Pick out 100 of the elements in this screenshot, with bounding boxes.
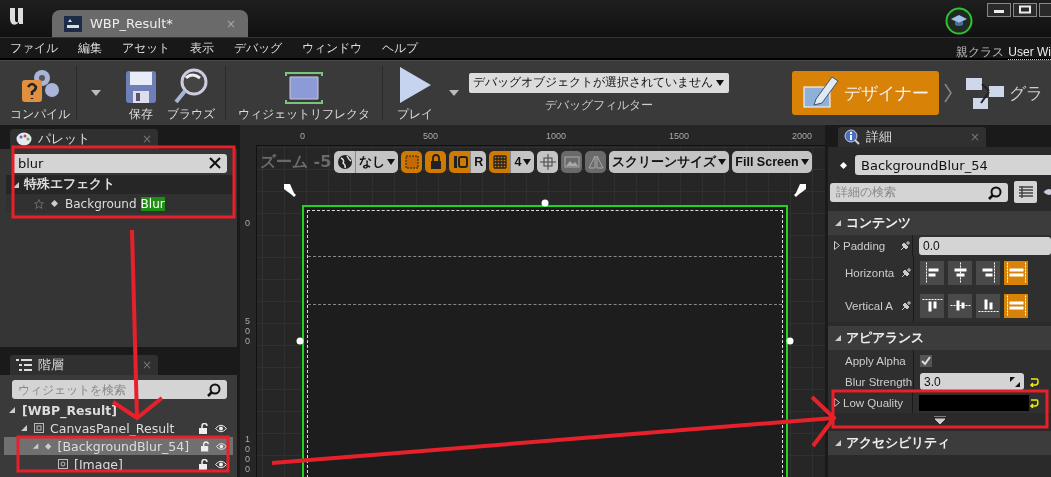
ruler-label: 2000 bbox=[792, 131, 813, 141]
tree-item[interactable]: CanvasPanel_Result bbox=[4, 419, 233, 437]
section-header[interactable]: アクセシビリティ bbox=[828, 431, 1051, 455]
widget-name[interactable]: Background bbox=[65, 196, 137, 211]
debug-object-dropdown[interactable]: デバッグオブジェクトが選択されていません bbox=[469, 72, 729, 93]
eye-icon[interactable] bbox=[216, 441, 227, 451]
color-swatch[interactable] bbox=[919, 394, 1030, 411]
anchor-handle[interactable] bbox=[792, 183, 808, 199]
ruler-label: 500 bbox=[245, 317, 251, 347]
toggle-button[interactable]: R bbox=[470, 151, 487, 173]
collapse-triangle-icon[interactable] bbox=[8, 406, 16, 414]
binding-icon[interactable] bbox=[901, 300, 911, 311]
ruler-label: 1500 bbox=[669, 131, 690, 141]
property-label: Vertical A bbox=[845, 299, 893, 312]
maximize-icon[interactable] bbox=[1013, 3, 1037, 17]
diamond-icon bbox=[51, 200, 58, 207]
document-tab[interactable]: WBP_Result* × bbox=[52, 10, 248, 37]
reset-arrow-icon[interactable] bbox=[1029, 397, 1039, 408]
binding-icon[interactable] bbox=[900, 240, 910, 251]
resize-handle[interactable] bbox=[296, 337, 304, 345]
eye-icon[interactable] bbox=[215, 423, 227, 433]
number-field[interactable]: 3.0 bbox=[920, 373, 1024, 390]
collapse-triangle-icon[interactable] bbox=[12, 180, 20, 189]
play-button[interactable]: プレイ bbox=[389, 63, 441, 123]
search-icon[interactable] bbox=[207, 383, 221, 397]
alignment-button[interactable] bbox=[1004, 293, 1028, 318]
reset-arrow-icon[interactable] bbox=[1029, 376, 1039, 387]
toggle-button[interactable] bbox=[401, 151, 423, 173]
menu-item[interactable]: ウィンドウ bbox=[302, 39, 362, 57]
expand-triangle-icon[interactable] bbox=[834, 241, 840, 250]
menu-item[interactable]: ファイル bbox=[10, 39, 58, 57]
property-label: Blur Strength bbox=[845, 375, 913, 388]
search-field[interactable]: ウィジェットを検索 bbox=[12, 380, 227, 399]
toggle-button[interactable] bbox=[489, 151, 511, 173]
resize-handle[interactable] bbox=[786, 337, 794, 345]
clear-icon[interactable] bbox=[209, 157, 221, 169]
name-field[interactable]: BackgroundBlur_54 bbox=[855, 155, 1051, 175]
search-field[interactable]: 詳細の検索 bbox=[830, 182, 1008, 202]
parent-class-link[interactable]: User Wi bbox=[1008, 44, 1051, 60]
toggle-button[interactable] bbox=[425, 151, 447, 173]
alignment-button[interactable] bbox=[976, 293, 1000, 318]
checkbox[interactable] bbox=[920, 354, 932, 367]
designer-canvas[interactable]: 0 500 1000 1500 2000 0 500 1000 ズーム -5 なし R 4 スクリーンサイズ Fill Screen bbox=[237, 125, 828, 477]
search-field[interactable]: blur bbox=[12, 154, 227, 173]
binding-icon[interactable] bbox=[901, 267, 911, 278]
tree-item[interactable]: [Image] bbox=[4, 455, 233, 473]
alignment-button[interactable] bbox=[948, 293, 972, 318]
category-header[interactable]: 特殊エフェクト bbox=[6, 175, 233, 194]
minimize-icon[interactable] bbox=[987, 3, 1011, 17]
menu-item[interactable]: デバッグ bbox=[234, 39, 282, 57]
alignment-button[interactable] bbox=[920, 260, 944, 285]
alignment-button[interactable] bbox=[1004, 260, 1028, 285]
padlock-icon[interactable] bbox=[199, 422, 209, 434]
diamond-icon bbox=[840, 161, 847, 169]
padlock-icon[interactable] bbox=[199, 458, 209, 470]
expand-more-icon[interactable] bbox=[933, 416, 946, 424]
toggle-button[interactable] bbox=[449, 151, 471, 173]
eye-icon[interactable] bbox=[1043, 187, 1051, 197]
search-icon[interactable] bbox=[988, 185, 1002, 200]
expand-triangle-icon[interactable] bbox=[834, 398, 840, 407]
toggle-button[interactable] bbox=[585, 151, 607, 173]
search-match-highlight: Blur bbox=[140, 196, 165, 211]
menu-item[interactable]: 編集 bbox=[78, 39, 102, 57]
panel-tab[interactable]: 詳細 × bbox=[838, 127, 986, 147]
menu-item[interactable]: ヘルプ bbox=[382, 39, 418, 57]
padlock-icon[interactable] bbox=[201, 440, 211, 452]
mode-tab[interactable]: グラ bbox=[957, 71, 1051, 115]
eye-icon[interactable] bbox=[215, 459, 227, 469]
toggle-button[interactable] bbox=[334, 151, 356, 173]
star-icon[interactable] bbox=[34, 198, 44, 209]
anchor-handle[interactable] bbox=[282, 183, 298, 199]
dropdown-button[interactable]: スクリーンサイズ bbox=[609, 151, 730, 173]
menu-item[interactable]: 表示 bbox=[190, 39, 214, 57]
dropdown-button[interactable]: なし bbox=[355, 151, 399, 173]
close-icon[interactable] bbox=[1039, 3, 1051, 17]
compile-button[interactable]: コンパイル bbox=[10, 63, 70, 123]
dropdown-button[interactable]: Fill Screen bbox=[732, 151, 812, 173]
panel-tab[interactable]: 階層 × bbox=[10, 355, 158, 375]
ruler-label: 1000 bbox=[245, 435, 251, 475]
alignment-button[interactable] bbox=[976, 260, 1000, 285]
value-field[interactable]: 0.0 bbox=[919, 236, 1051, 255]
toggle-button[interactable] bbox=[537, 151, 559, 173]
alignment-button[interactable] bbox=[948, 260, 972, 285]
tree-item[interactable]: [WBP_Result] bbox=[4, 401, 233, 419]
caret-down-icon bbox=[523, 159, 532, 165]
graduation-cap-icon[interactable] bbox=[945, 6, 973, 35]
collapse-triangle-icon[interactable] bbox=[20, 424, 28, 432]
browse-button[interactable]: ブラウズ bbox=[163, 63, 219, 123]
dropdown-button[interactable]: 4 bbox=[510, 151, 535, 173]
view-options-button[interactable] bbox=[1014, 181, 1038, 203]
section-header[interactable]: コンテンツ bbox=[828, 211, 1051, 235]
menu-item[interactable]: アセット bbox=[122, 39, 170, 57]
section-header[interactable]: アピアランス bbox=[828, 326, 1051, 350]
reflector-button[interactable]: ウィジェットリフレクタ bbox=[232, 63, 376, 123]
toggle-button[interactable] bbox=[561, 151, 583, 173]
panel-tab[interactable]: パレット × bbox=[10, 129, 158, 149]
bottom-align-icon bbox=[977, 299, 999, 312]
save-button[interactable]: 保存 bbox=[119, 63, 163, 123]
alignment-button[interactable] bbox=[920, 293, 944, 318]
resize-handle[interactable] bbox=[541, 199, 549, 207]
